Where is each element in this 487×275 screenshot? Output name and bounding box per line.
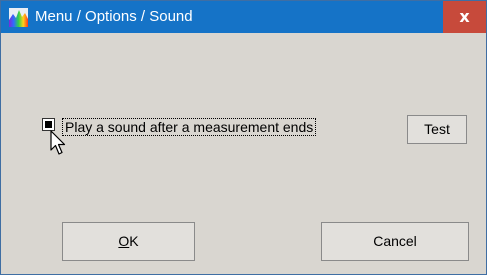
checkbox-checked-mark xyxy=(45,121,52,128)
sound-options-dialog: Menu / Options / Sound x Play a sound af… xyxy=(0,0,487,275)
test-button[interactable]: Test xyxy=(407,115,467,144)
cancel-button[interactable]: Cancel xyxy=(321,222,469,261)
title-bar[interactable]: Menu / Options / Sound x xyxy=(1,1,486,33)
ok-button[interactable]: OK xyxy=(62,222,195,261)
ok-button-label: OK xyxy=(118,233,139,249)
spectrum-app-icon xyxy=(9,8,28,27)
close-button[interactable]: x xyxy=(443,1,486,33)
close-icon: x xyxy=(459,7,470,26)
window-title: Menu / Options / Sound xyxy=(35,8,193,25)
play-sound-label[interactable]: Play a sound after a measurement ends xyxy=(62,118,317,136)
mouse-pointer-icon xyxy=(50,130,66,155)
